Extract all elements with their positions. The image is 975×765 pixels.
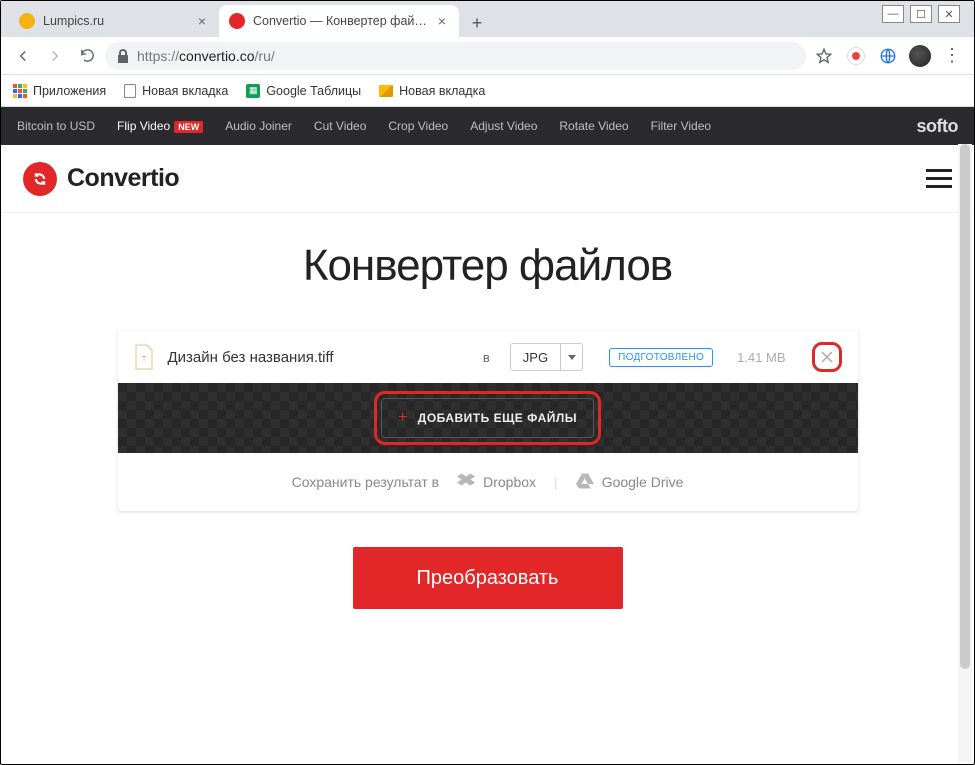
scrollbar-thumb[interactable] xyxy=(960,144,970,669)
browser-menu-button[interactable]: ⋮ xyxy=(938,42,966,70)
softo-link[interactable]: Crop Video xyxy=(388,119,448,133)
chevron-down-icon xyxy=(560,344,582,370)
file-type-icon: T xyxy=(134,344,154,370)
softo-link[interactable]: Rotate Video xyxy=(559,119,628,133)
convertio-logo[interactable]: Convertio xyxy=(23,162,179,196)
save-destination-row: Сохранить результат в Dropbox | Google D… xyxy=(118,453,858,511)
close-icon xyxy=(819,349,835,365)
bookmark-star-button[interactable] xyxy=(810,42,838,70)
softo-link[interactable]: Audio Joiner xyxy=(225,119,292,133)
bookmark-label: Новая вкладка xyxy=(399,84,485,98)
back-button[interactable] xyxy=(9,42,37,70)
plus-icon: + xyxy=(398,409,408,427)
window-close-button[interactable]: ✕ xyxy=(938,5,960,23)
profile-avatar[interactable] xyxy=(906,42,934,70)
tab-convertio[interactable]: Convertio — Конвертер файлов × xyxy=(219,5,459,37)
new-badge: NEW xyxy=(174,121,203,133)
dropbox-icon xyxy=(457,473,475,492)
svg-text:T: T xyxy=(141,356,146,363)
file-name: Дизайн без названия.tiff xyxy=(168,349,469,366)
softo-link[interactable]: Adjust Video xyxy=(470,119,537,133)
save-dropbox-option[interactable]: Dropbox xyxy=(457,473,536,492)
status-badge: ПОДГОТОВЛЕНО xyxy=(609,348,713,367)
file-size: 1.41 MB xyxy=(737,350,785,365)
softo-link[interactable]: Cut Video xyxy=(314,119,366,133)
save-dropbox-label: Dropbox xyxy=(483,474,536,490)
separator: | xyxy=(554,474,558,490)
convertio-mark-icon xyxy=(23,162,57,196)
lock-icon xyxy=(117,49,129,63)
site-header: Convertio xyxy=(1,145,974,213)
bookmark-item[interactable]: ▦ Google Таблицы xyxy=(246,84,361,98)
page-icon xyxy=(124,84,136,98)
bookmark-item[interactable]: Новая вкладка xyxy=(379,84,485,98)
softo-link[interactable]: Filter Video xyxy=(651,119,711,133)
tab-lumpics[interactable]: Lumpics.ru × xyxy=(9,5,219,37)
scrollbar[interactable] xyxy=(958,144,972,762)
to-label: в xyxy=(483,350,490,365)
apps-grid-icon xyxy=(13,84,27,98)
window-minimize-button[interactable]: — xyxy=(882,5,904,23)
add-more-row: + ДОБАВИТЬ ЕЩЕ ФАЙЛЫ xyxy=(118,383,858,453)
convert-button[interactable]: Преобразовать xyxy=(353,547,623,609)
window-maximize-button[interactable]: ☐ xyxy=(910,5,932,23)
softo-link[interactable]: Flip VideoNEW xyxy=(117,119,203,133)
bookmarks-bar: Приложения Новая вкладка ▦ Google Таблиц… xyxy=(1,75,974,107)
upload-zone: T Дизайн без названия.tiff в JPG ПОДГОТО… xyxy=(118,331,858,511)
tab-title: Lumpics.ru xyxy=(43,14,187,28)
apps-label: Приложения xyxy=(33,84,106,98)
sheets-icon: ▦ xyxy=(246,84,260,98)
bookmark-label: Новая вкладка xyxy=(142,84,228,98)
url-text: https://convertio.co/ru/ xyxy=(137,48,275,64)
new-tab-button[interactable]: + xyxy=(463,9,491,37)
window-controls: — ☐ ✕ xyxy=(882,5,960,23)
close-icon[interactable]: × xyxy=(435,14,449,28)
extension-opera-icon[interactable] xyxy=(842,42,870,70)
softo-logo: softo xyxy=(917,116,959,137)
convert-label: Преобразовать xyxy=(417,567,559,590)
file-row: T Дизайн без названия.tiff в JPG ПОДГОТО… xyxy=(118,331,858,383)
softo-nav: Bitcoin to USD Flip VideoNEW Audio Joine… xyxy=(1,107,974,145)
picture-icon xyxy=(379,85,393,97)
save-gdrive-option[interactable]: Google Drive xyxy=(576,473,684,492)
softo-link[interactable]: Bitcoin to USD xyxy=(17,119,95,133)
close-icon[interactable]: × xyxy=(195,14,209,28)
tab-title: Convertio — Конвертер файлов xyxy=(253,14,427,28)
tab-strip: Lumpics.ru × Convertio — Конвертер файло… xyxy=(1,1,974,37)
remove-file-button[interactable] xyxy=(812,342,842,372)
apps-shortcut[interactable]: Приложения xyxy=(13,84,106,98)
add-more-label: ДОБАВИТЬ ЕЩЕ ФАЙЛЫ xyxy=(418,411,577,425)
save-gdrive-label: Google Drive xyxy=(602,474,684,490)
address-bar[interactable]: https://convertio.co/ru/ xyxy=(105,42,806,70)
page-title: Конвертер файлов xyxy=(1,241,974,291)
reload-button[interactable] xyxy=(73,42,101,70)
save-prefix: Сохранить результат в xyxy=(292,474,440,490)
browser-toolbar: https://convertio.co/ru/ ⋮ xyxy=(1,37,974,75)
extension-globe-icon[interactable] xyxy=(874,42,902,70)
menu-button[interactable] xyxy=(926,169,952,188)
forward-button[interactable] xyxy=(41,42,69,70)
favicon-icon xyxy=(229,13,245,29)
convertio-wordmark: Convertio xyxy=(67,164,179,193)
bookmark-item[interactable]: Новая вкладка xyxy=(124,84,228,98)
favicon-icon xyxy=(19,13,35,29)
add-more-files-button[interactable]: + ДОБАВИТЬ ЕЩЕ ФАЙЛЫ xyxy=(381,398,594,438)
format-select[interactable]: JPG xyxy=(510,343,583,371)
format-value: JPG xyxy=(511,350,560,365)
gdrive-icon xyxy=(576,473,594,492)
page-content: Конвертер файлов T Дизайн без названия.t… xyxy=(1,213,974,649)
bookmark-label: Google Таблицы xyxy=(266,84,361,98)
